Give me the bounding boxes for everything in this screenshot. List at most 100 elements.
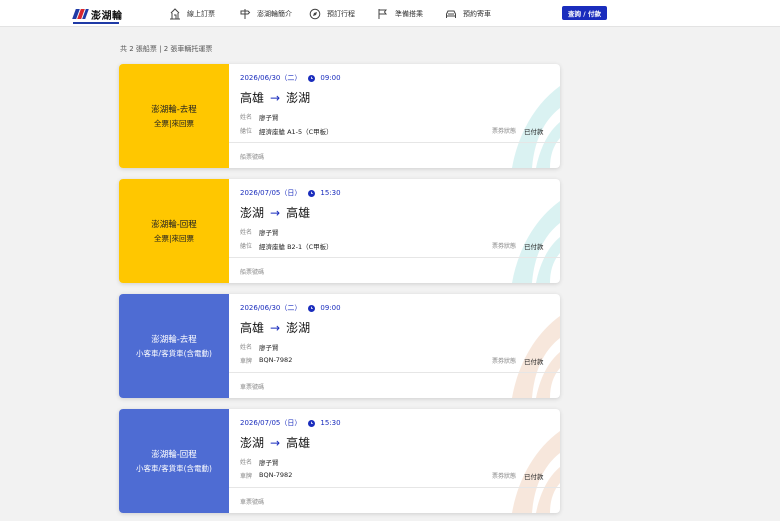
- top-navbar: 澎湖輪 線上訂票 澎湖輪簡介 預訂行程 準備搭乘 預約寄車 查詢 / 付款: [0, 0, 780, 27]
- route-destination: 澎湖: [286, 91, 311, 105]
- ticket-booth-icon: [170, 7, 180, 19]
- departure-datetime: 2026/07/05（日） 15:30: [240, 188, 341, 198]
- arrow-right-icon: →: [270, 205, 281, 220]
- nav-label: 預約寄車: [463, 9, 491, 18]
- seat-value: 經濟座艙 A1-5（C甲板）: [259, 128, 333, 136]
- divider: [229, 487, 560, 488]
- clock-icon: [308, 419, 316, 427]
- route-origin: 澎湖: [240, 206, 265, 220]
- query-payment-button[interactable]: 查詢 / 付款: [562, 6, 607, 20]
- seat-row: 艙位 經濟座艙 A1-5（C甲板）: [240, 126, 333, 136]
- nav-item-online-booking[interactable]: 線上訂票: [169, 6, 215, 21]
- ticket-side-panel: 澎湖輪-回程 小客車/客貨車(含電動): [119, 409, 229, 513]
- wave-watermark-icon: [512, 431, 560, 513]
- plate-row: 車牌 BQN-7982: [240, 471, 292, 480]
- departure-time: 09:00: [320, 304, 341, 312]
- passenger-name: 廖子賢: [259, 114, 279, 122]
- plate-value: BQN-7982: [259, 471, 293, 479]
- clock-icon: [308, 189, 316, 197]
- departure-date: 2026/06/30（二）: [240, 304, 302, 312]
- route-destination: 高雄: [286, 206, 311, 220]
- clock-icon: [308, 74, 316, 82]
- status-label: 票券狀態: [492, 358, 517, 365]
- clock-icon: [308, 304, 316, 312]
- nav-item-about[interactable]: 澎湖輪簡介: [239, 6, 292, 21]
- departure-time: 15:30: [320, 419, 341, 427]
- status-value: 已付款: [524, 128, 544, 136]
- arrow-right-icon: →: [270, 320, 281, 335]
- ticket-card[interactable]: 澎湖輪-回程 小客車/客貨車(含電動) 2026/07/05（日） 15:30 …: [119, 409, 560, 513]
- ticket-fare-type: 全票|來回票: [153, 234, 195, 243]
- passenger-name-row: 姓名 廖子賢: [240, 457, 279, 467]
- wave-watermark-icon: [512, 86, 560, 168]
- seat-label: 艙位: [240, 128, 253, 135]
- name-label: 姓名: [240, 229, 253, 236]
- ticket-trip-title: 澎湖輪-回程: [151, 450, 197, 460]
- departure-date: 2026/07/05（日）: [240, 189, 302, 197]
- ticket-status: 票券狀態 已付款: [492, 471, 544, 481]
- plate-label: 車牌: [240, 473, 253, 480]
- passenger-name: 廖子賢: [259, 229, 279, 237]
- ticket-vehicle-type: 小客車/客貨車(含電動): [136, 464, 212, 473]
- vehicle-ticket-number-label: 車票號碼: [240, 384, 265, 391]
- departure-date: 2026/07/05（日）: [240, 419, 302, 427]
- ticket-card[interactable]: 澎湖輪-去程 全票|來回票 2026/06/30（二） 09:00 高雄 → 澎…: [119, 64, 560, 168]
- nav-label: 預訂行程: [327, 9, 355, 18]
- route: 澎湖 → 高雄: [240, 434, 310, 451]
- logo-text: 澎湖輪: [91, 10, 123, 22]
- plate-label: 車牌: [240, 358, 253, 365]
- status-label: 票券狀態: [492, 473, 517, 480]
- route: 高雄 → 澎湖: [240, 319, 310, 336]
- logo-active-underline: [73, 22, 119, 24]
- nav-item-itinerary[interactable]: 預訂行程: [309, 6, 355, 21]
- passenger-name-row: 姓名 廖子賢: [240, 342, 279, 352]
- ticket-side-panel: 澎湖輪-回程 全票|來回票: [119, 179, 229, 283]
- departure-date: 2026/06/30（二）: [240, 74, 302, 82]
- brand-logo[interactable]: 澎湖輪: [72, 6, 123, 22]
- route-origin: 高雄: [240, 321, 265, 335]
- passenger-name-row: 姓名 廖子賢: [240, 112, 279, 122]
- status-value: 已付款: [524, 473, 544, 481]
- nav-item-vehicle-booking[interactable]: 預約寄車: [445, 6, 491, 21]
- ticket-card[interactable]: 澎湖輪-回程 全票|來回票 2026/07/05（日） 15:30 澎湖 → 高…: [119, 179, 560, 283]
- ticket-side-panel: 澎湖輪-去程 小客車/客貨車(含電動): [119, 294, 229, 398]
- nav-label: 準備搭乘: [395, 9, 423, 18]
- compass-icon: [309, 8, 321, 19]
- ticket-trip-title: 澎湖輪-去程: [151, 105, 197, 115]
- ticket-summary: 共 2 張船票 | 2 張車輛托運票: [120, 45, 213, 53]
- name-label: 姓名: [240, 459, 253, 466]
- nav-item-prepare[interactable]: 準備搭乘: [377, 6, 423, 21]
- departure-datetime: 2026/06/30（二） 09:00: [240, 73, 341, 83]
- departure-datetime: 2026/07/05（日） 15:30: [240, 418, 341, 428]
- wave-watermark-icon: [512, 316, 560, 398]
- route-origin: 澎湖: [240, 436, 265, 450]
- ticket-fare-type: 全票|來回票: [153, 119, 195, 128]
- divider: [229, 257, 560, 258]
- seat-label: 艙位: [240, 243, 253, 250]
- nav-label: 線上訂票: [187, 9, 215, 18]
- route-origin: 高雄: [240, 91, 265, 105]
- route: 澎湖 → 高雄: [240, 204, 310, 221]
- seat-row: 艙位 經濟座艙 B2-1（C甲板）: [240, 241, 333, 251]
- ticket-trip-title: 澎湖輪-去程: [151, 335, 197, 345]
- ticket-status: 票券狀態 已付款: [492, 126, 544, 136]
- flag-icon: [378, 8, 387, 19]
- divider: [229, 372, 560, 373]
- plate-value: BQN-7982: [259, 356, 293, 364]
- route: 高雄 → 澎湖: [240, 89, 310, 106]
- ticket-side-panel: 澎湖輪-去程 全票|來回票: [119, 64, 229, 168]
- departure-time: 09:00: [320, 74, 341, 82]
- name-label: 姓名: [240, 344, 253, 351]
- status-label: 票券狀態: [492, 243, 517, 250]
- vehicle-ticket-number-label: 車票號碼: [240, 499, 265, 506]
- logo-mark-icon: [72, 9, 89, 19]
- ticket-card[interactable]: 澎湖輪-去程 小客車/客貨車(含電動) 2026/06/30（二） 09:00 …: [119, 294, 560, 398]
- seat-value: 經濟座艙 B2-1（C甲板）: [259, 243, 333, 251]
- ticket-number-label: 船票號碼: [240, 154, 265, 161]
- wave-watermark-icon: [512, 201, 560, 283]
- arrow-right-icon: →: [270, 90, 281, 105]
- car-icon: [446, 10, 456, 18]
- ticket-vehicle-type: 小客車/客貨車(含電動): [136, 349, 212, 358]
- signpost-icon: [240, 8, 251, 19]
- arrow-right-icon: →: [270, 435, 281, 450]
